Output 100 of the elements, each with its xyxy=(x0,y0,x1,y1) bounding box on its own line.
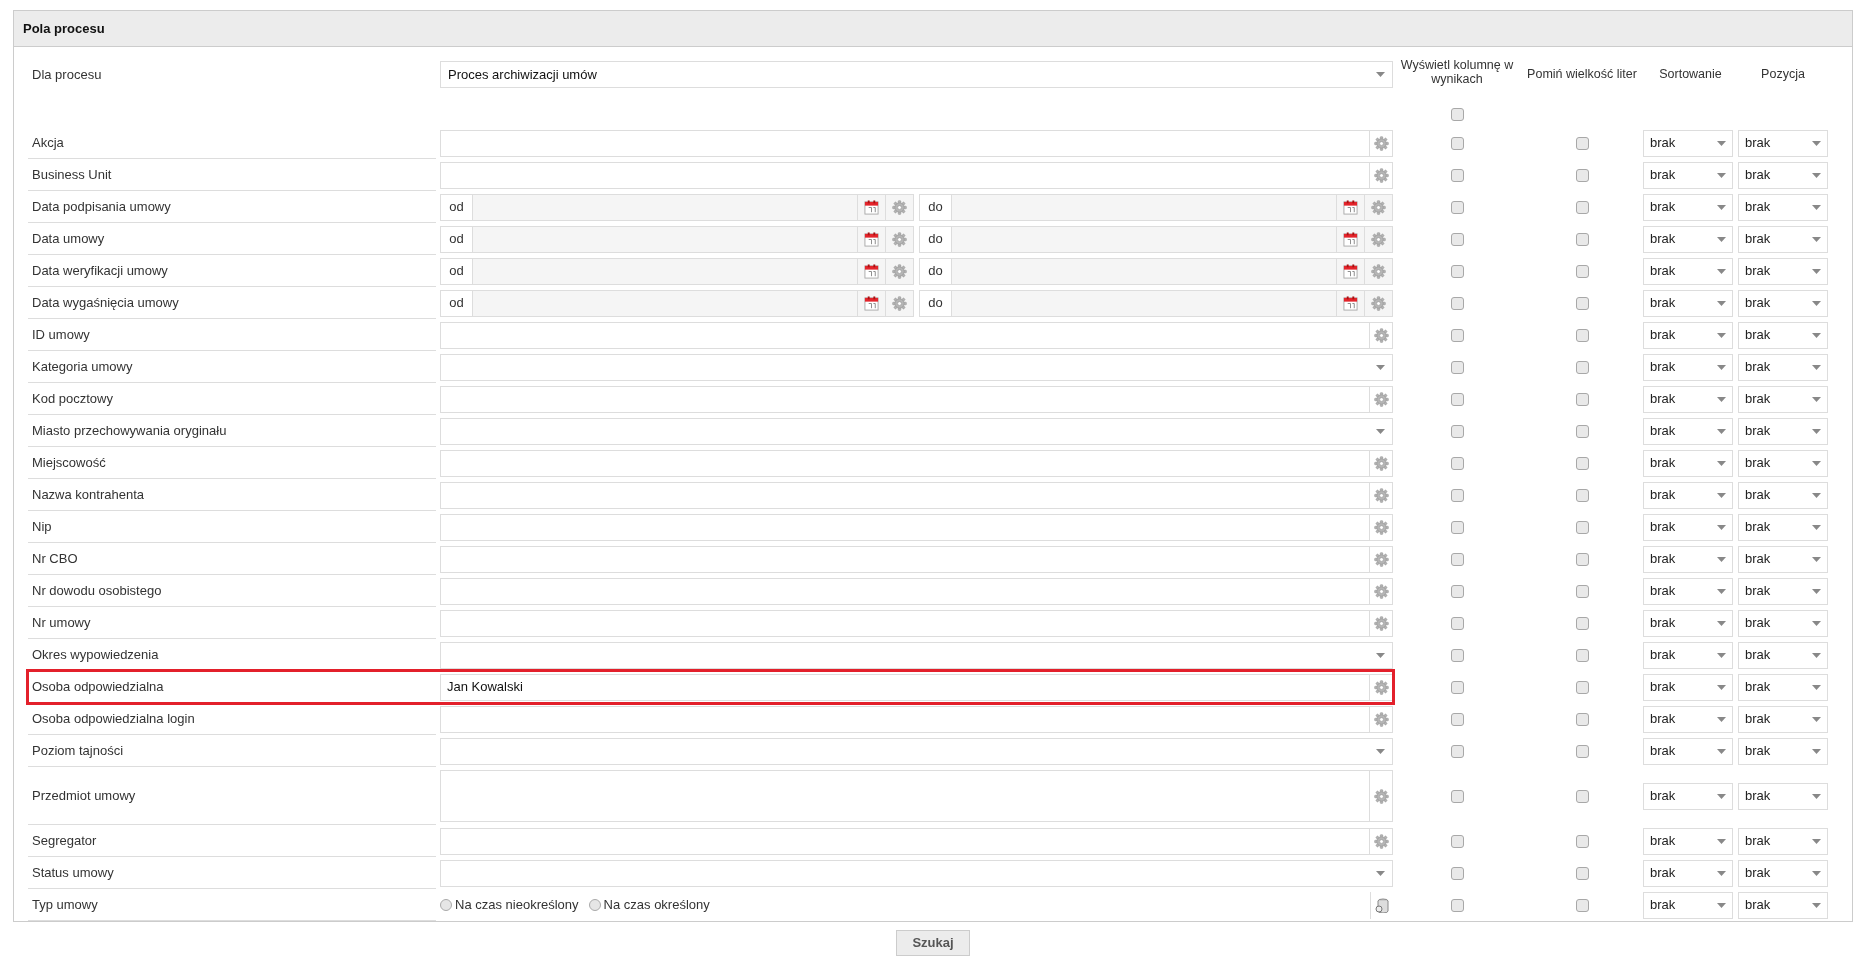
dropdown[interactable]: brak xyxy=(1643,577,1733,605)
checkbox[interactable] xyxy=(1575,328,1589,342)
dropdown[interactable]: brak xyxy=(1738,353,1828,381)
checkbox[interactable] xyxy=(1450,616,1464,630)
radio-button[interactable] xyxy=(440,899,452,911)
gear-icon[interactable] xyxy=(1373,135,1389,151)
checkbox[interactable] xyxy=(1450,834,1464,848)
dropdown[interactable] xyxy=(440,737,1393,765)
dropdown[interactable]: brak xyxy=(1738,513,1828,541)
dropdown[interactable]: brak xyxy=(1643,417,1733,445)
text-field[interactable]: Jan Kowalski xyxy=(440,673,1393,701)
dropdown[interactable]: brak xyxy=(1738,827,1828,855)
checkbox[interactable] xyxy=(1450,552,1464,566)
checkbox[interactable] xyxy=(1575,616,1589,630)
text-field[interactable] xyxy=(440,161,1393,189)
checkbox[interactable] xyxy=(1450,168,1464,182)
dropdown[interactable]: brak xyxy=(1643,289,1733,317)
calendar-icon[interactable] xyxy=(1343,263,1358,279)
checkbox[interactable] xyxy=(1450,328,1464,342)
gear-icon[interactable] xyxy=(892,263,907,279)
dropdown[interactable]: brak xyxy=(1738,385,1828,413)
checkbox[interactable] xyxy=(1575,520,1589,534)
gear-icon[interactable] xyxy=(892,199,907,215)
checkbox[interactable] xyxy=(1575,789,1589,803)
calendar-icon[interactable] xyxy=(1343,295,1358,311)
dropdown[interactable]: brak xyxy=(1643,782,1733,810)
checkbox[interactable] xyxy=(1450,584,1464,598)
checkbox[interactable] xyxy=(1575,360,1589,374)
checkbox[interactable] xyxy=(1450,392,1464,406)
checkbox[interactable] xyxy=(1450,456,1464,470)
dropdown[interactable]: brak xyxy=(1738,609,1828,637)
gear-icon[interactable] xyxy=(1373,487,1389,503)
gear-icon[interactable] xyxy=(1373,711,1389,727)
text-field[interactable] xyxy=(440,513,1393,541)
dropdown[interactable]: brak xyxy=(1738,673,1828,701)
dropdown[interactable]: brak xyxy=(1738,321,1828,349)
text-field[interactable] xyxy=(440,385,1393,413)
dropdown[interactable]: brak xyxy=(1738,641,1828,669)
gear-icon[interactable] xyxy=(1373,551,1389,567)
dropdown[interactable] xyxy=(440,353,1393,381)
text-field[interactable] xyxy=(440,545,1393,573)
text-field[interactable] xyxy=(440,705,1393,733)
checkbox[interactable] xyxy=(1575,168,1589,182)
dropdown[interactable]: brak xyxy=(1738,577,1828,605)
checkbox[interactable] xyxy=(1575,232,1589,246)
dropdown[interactable]: brak xyxy=(1643,545,1733,573)
text-area[interactable] xyxy=(440,770,1393,822)
dropdown[interactable]: brak xyxy=(1643,673,1733,701)
dropdown[interactable]: brak xyxy=(1643,225,1733,253)
gear-icon[interactable] xyxy=(1373,788,1389,804)
checkbox[interactable] xyxy=(1450,488,1464,502)
gear-icon[interactable] xyxy=(892,231,907,247)
checkbox[interactable] xyxy=(1575,648,1589,662)
checkbox[interactable] xyxy=(1450,424,1464,438)
gear-icon[interactable] xyxy=(1373,391,1389,407)
dropdown[interactable]: brak xyxy=(1738,417,1828,445)
dropdown[interactable]: brak xyxy=(1643,321,1733,349)
checkbox[interactable] xyxy=(1450,200,1464,214)
dropdown[interactable]: brak xyxy=(1738,257,1828,285)
dropdown[interactable] xyxy=(440,641,1393,669)
text-field[interactable] xyxy=(440,129,1393,157)
dropdown[interactable]: brak xyxy=(1738,289,1828,317)
gear-icon[interactable] xyxy=(1373,519,1389,535)
dropdown[interactable]: brak xyxy=(1643,705,1733,733)
date-range-field[interactable]: od xyxy=(440,289,914,317)
date-range-field[interactable]: do xyxy=(919,289,1393,317)
dropdown[interactable]: brak xyxy=(1738,705,1828,733)
gear-icon[interactable] xyxy=(1373,327,1389,343)
checkbox[interactable] xyxy=(1575,834,1589,848)
checkbox[interactable] xyxy=(1575,200,1589,214)
checkbox[interactable] xyxy=(1575,296,1589,310)
checkbox[interactable] xyxy=(1450,680,1464,694)
checkbox[interactable] xyxy=(1575,264,1589,278)
checkbox[interactable] xyxy=(1575,866,1589,880)
dropdown[interactable]: brak xyxy=(1738,782,1828,810)
dropdown[interactable]: brak xyxy=(1738,859,1828,887)
gear-icon[interactable] xyxy=(1371,263,1386,279)
process-dropdown[interactable]: Proces archiwizacji umów xyxy=(440,61,1393,88)
checkbox[interactable] xyxy=(1450,360,1464,374)
gear-icon[interactable] xyxy=(892,295,907,311)
checkbox[interactable] xyxy=(1450,648,1464,662)
dropdown[interactable]: brak xyxy=(1738,449,1828,477)
text-field[interactable] xyxy=(440,321,1393,349)
dropdown[interactable] xyxy=(440,859,1393,887)
checkbox[interactable] xyxy=(1450,264,1464,278)
text-field[interactable] xyxy=(440,609,1393,637)
dropdown[interactable]: brak xyxy=(1643,385,1733,413)
dropdown[interactable]: brak xyxy=(1738,129,1828,157)
gear-icon[interactable] xyxy=(1373,583,1389,599)
calendar-icon[interactable] xyxy=(1343,231,1358,247)
dropdown[interactable]: brak xyxy=(1643,257,1733,285)
date-range-field[interactable]: od xyxy=(440,257,914,285)
checkbox[interactable] xyxy=(1575,552,1589,566)
checkbox[interactable] xyxy=(1575,744,1589,758)
gear-icon[interactable] xyxy=(1371,199,1386,215)
radio-option[interactable]: Na czas określony xyxy=(588,895,710,915)
dropdown[interactable]: brak xyxy=(1643,129,1733,157)
date-range-field[interactable]: od xyxy=(440,225,914,253)
calendar-icon[interactable] xyxy=(864,263,879,279)
gear-icon[interactable] xyxy=(1371,231,1386,247)
